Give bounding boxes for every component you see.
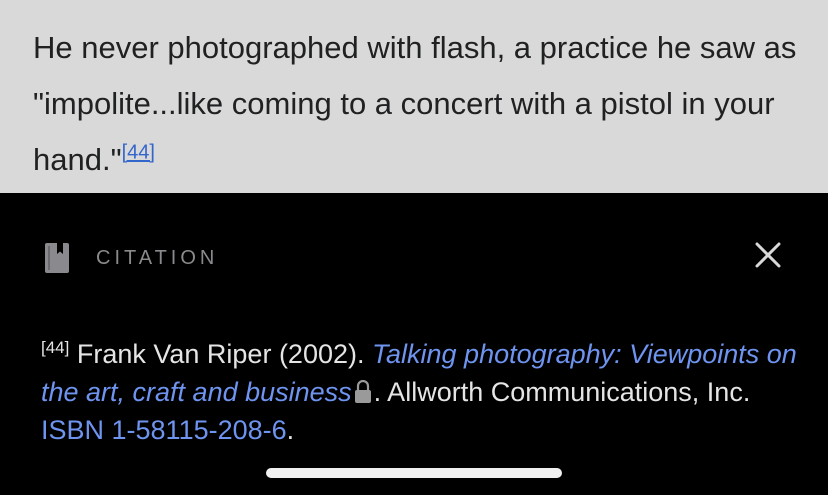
bookmark-icon xyxy=(45,243,69,273)
citation-header: CITATION xyxy=(45,242,218,274)
citation-label: CITATION xyxy=(96,246,219,269)
citation-publisher: . Allworth Communications, Inc. xyxy=(373,377,751,407)
citation-author-date: Frank Van Riper (2002). xyxy=(69,339,372,369)
article-paragraph: He never photographed with flash, a prac… xyxy=(33,20,803,188)
lock-icon xyxy=(354,376,372,403)
citation-number: [44] xyxy=(41,338,70,357)
citation-text: [44] Frank Van Riper (2002). Talking pho… xyxy=(41,335,801,449)
citation-end: . xyxy=(286,415,295,445)
home-indicator[interactable] xyxy=(266,468,562,478)
article-content: He never photographed with flash, a prac… xyxy=(0,0,828,193)
reference-link-44[interactable]: [44] xyxy=(122,142,155,164)
close-button[interactable] xyxy=(752,241,784,273)
close-icon xyxy=(755,242,781,273)
isbn-link[interactable]: ISBN 1-58115-208-6 xyxy=(41,415,287,445)
citation-sheet: CITATION [44] Frank Van Riper (2002). Ta… xyxy=(0,193,828,495)
